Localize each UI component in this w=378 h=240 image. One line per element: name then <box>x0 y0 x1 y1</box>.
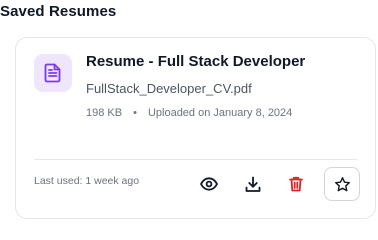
delete-button[interactable] <box>279 169 313 199</box>
favorite-button[interactable] <box>324 167 360 201</box>
file-size: 198 KB <box>86 107 123 119</box>
meta-separator: • <box>133 107 137 119</box>
resume-card: Resume - Full Stack Developer FullStack_… <box>15 37 376 219</box>
file-name: FullStack_Developer_CV.pdf <box>86 81 252 96</box>
document-icon <box>44 63 62 83</box>
resume-title: Resume - Full Stack Developer <box>86 53 306 70</box>
view-button[interactable] <box>192 169 226 199</box>
section-title: Saved Resumes <box>0 3 117 20</box>
download-icon <box>245 176 261 193</box>
card-divider <box>34 159 357 160</box>
eye-icon <box>200 177 218 191</box>
trash-icon <box>289 176 303 192</box>
last-used-text: Last used: 1 week ago <box>34 175 140 187</box>
star-outline-icon <box>334 176 351 193</box>
file-icon-tile <box>34 54 72 92</box>
file-meta: 198 KB • Uploaded on January 8, 2024 <box>86 107 292 119</box>
download-button[interactable] <box>236 169 270 199</box>
upload-date: Uploaded on January 8, 2024 <box>147 107 293 119</box>
